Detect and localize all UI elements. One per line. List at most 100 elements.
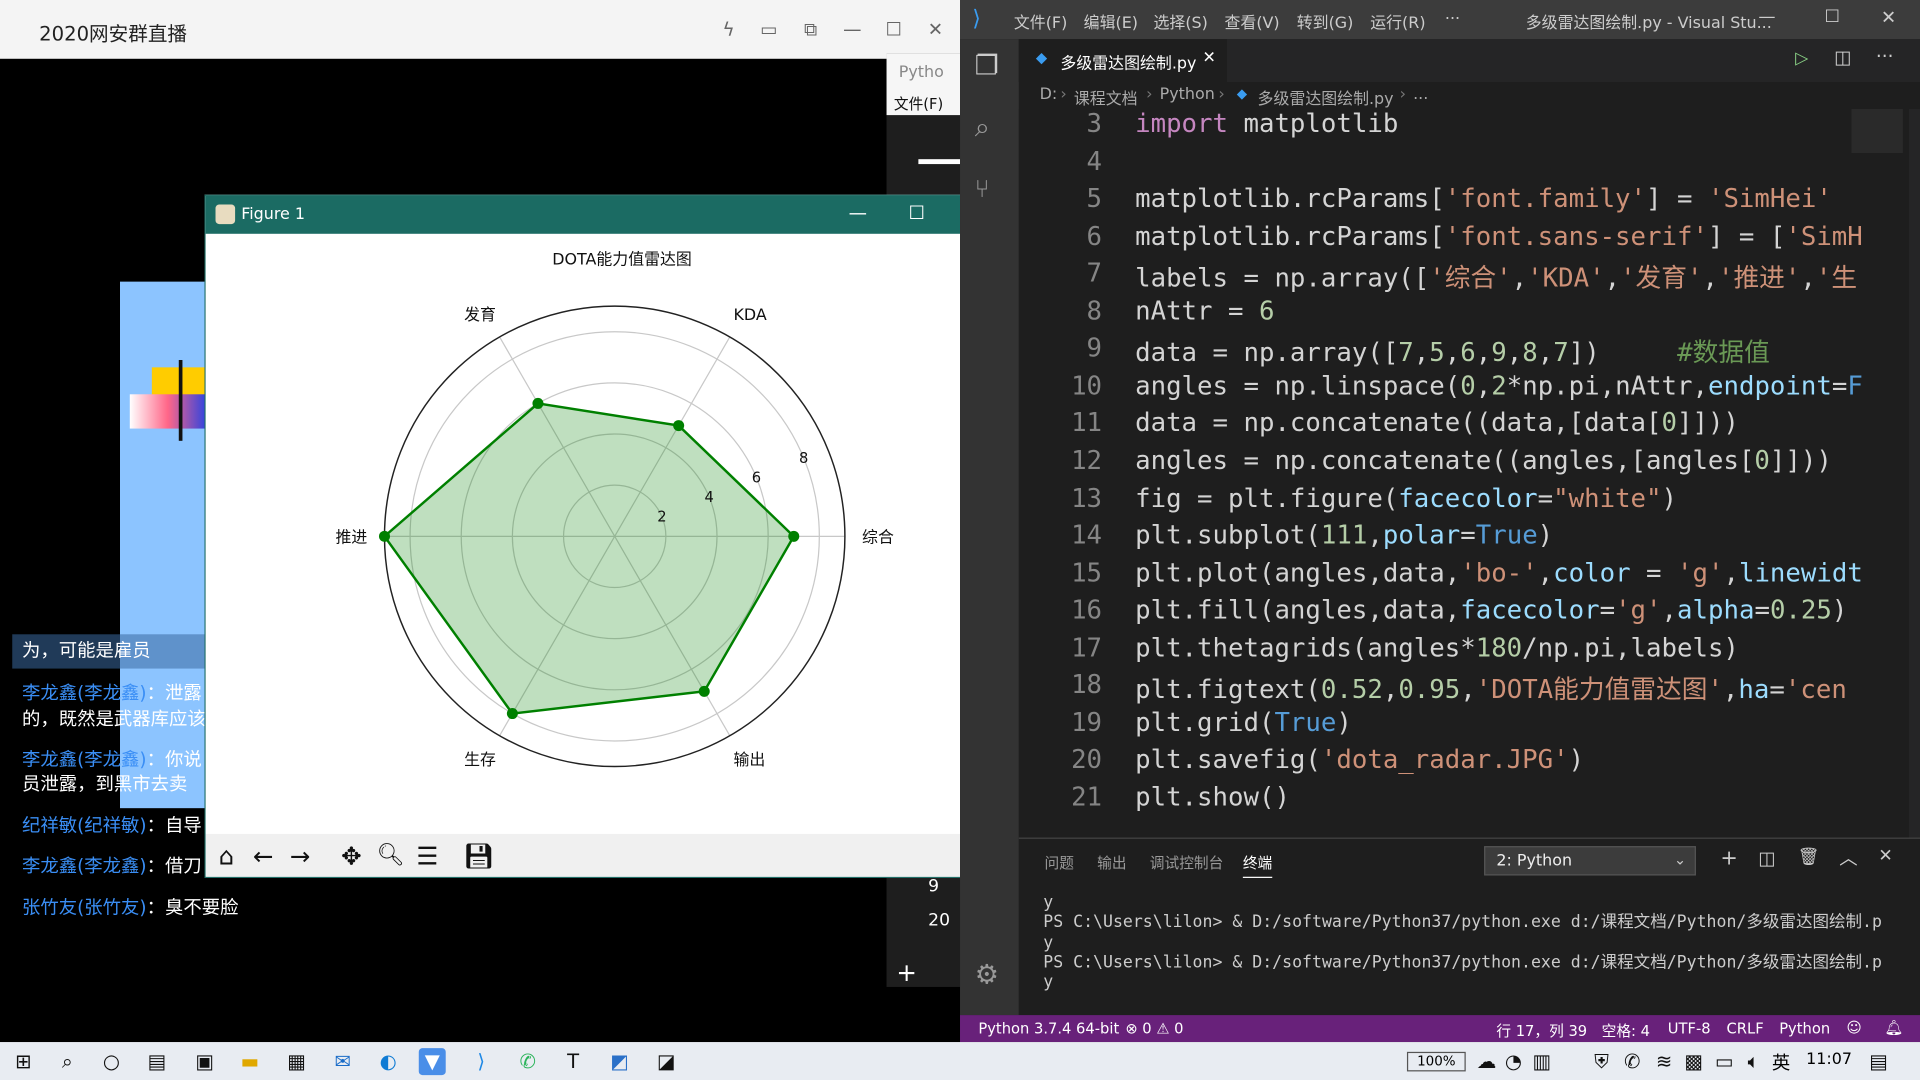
file-explorer-icon[interactable]: ▬ — [236, 1048, 263, 1075]
chat-user[interactable]: 李龙鑫(李龙鑫) — [22, 748, 147, 770]
code-line[interactable]: plt.thetagrids(angles*180/np.pi,labels) — [1135, 633, 1739, 662]
menu-view[interactable]: 查看(V) — [1225, 10, 1280, 33]
editor-tab-active[interactable]: ◆ 多级雷达图绘制.py ✕ — [1018, 39, 1227, 83]
settings-gear-icon[interactable]: ⚙ — [975, 960, 999, 991]
add-icon[interactable]: + — [896, 958, 917, 987]
scrollbar[interactable] — [1908, 108, 1920, 838]
close-icon[interactable]: ✕ — [1881, 6, 1896, 28]
app-icon[interactable]: ▣ — [191, 1048, 218, 1075]
minimize-icon[interactable]: — — [849, 202, 867, 224]
volume-icon[interactable]: 🔈︎ — [1740, 1048, 1767, 1075]
forward-icon[interactable]: → — [283, 839, 317, 873]
app-window-icon[interactable]: ◩ — [606, 1048, 633, 1075]
status-language[interactable]: Python — [1779, 1020, 1830, 1037]
chat-user[interactable]: 李龙鑫(李龙鑫) — [22, 682, 147, 704]
wechat-tray-icon[interactable]: ✆ — [1619, 1048, 1646, 1075]
status-encoding[interactable]: UTF-8 — [1668, 1020, 1711, 1037]
cortana-icon[interactable]: ○ — [98, 1048, 125, 1075]
code-line[interactable]: labels = np.array(['综合','KDA','发育','推进',… — [1135, 259, 1857, 296]
python-list-item[interactable]: 9 — [928, 877, 939, 897]
python-menu-file[interactable]: 文件(F) — [894, 93, 943, 114]
restore-pip-icon[interactable]: ⧉ — [798, 17, 822, 41]
panel-tab-terminal[interactable]: 终端 — [1242, 852, 1273, 878]
code-line[interactable]: angles = np.linspace(0,2*np.pi,nAttr,end… — [1135, 371, 1863, 400]
maximize-icon[interactable]: ☐ — [1825, 7, 1840, 27]
tab-close-icon[interactable]: ✕ — [1202, 49, 1215, 67]
back-icon[interactable]: ← — [246, 839, 280, 873]
status-eol[interactable]: CRLF — [1727, 1020, 1764, 1037]
wechat-icon[interactable]: ✆ — [514, 1048, 541, 1075]
clock[interactable]: 11:07 — [1806, 1051, 1852, 1069]
status-interpreter[interactable]: Python 3.7.4 64-bit — [978, 1020, 1119, 1037]
action-center-icon[interactable]: ▤ — [1865, 1048, 1892, 1075]
trash-icon[interactable]: 🗑︎ — [1798, 847, 1820, 867]
chat-user[interactable]: 李龙鑫(李龙鑫) — [22, 855, 147, 877]
menu-file[interactable]: 文件(F) — [1014, 10, 1067, 33]
breadcrumb-item[interactable]: ... — [1413, 86, 1428, 104]
python-tab-label[interactable]: Pytho — [899, 64, 944, 82]
code-line[interactable]: plt.fill(angles,data,facecolor='g',alpha… — [1135, 595, 1847, 624]
code-line[interactable]: plt.subplot(111,polar=True) — [1135, 520, 1553, 549]
nvidia-icon[interactable]: ▩ — [1680, 1048, 1707, 1075]
menu-selection[interactable]: 选择(S) — [1153, 10, 1207, 33]
breadcrumb-item[interactable]: D: — [1040, 86, 1058, 104]
edge-icon[interactable]: ◐ — [375, 1048, 402, 1075]
typora-icon[interactable]: T — [560, 1048, 587, 1075]
figure-canvas[interactable]: DOTA能力值雷达图 2 4 6 8 综合 KDA 发育 推进 生存 输出 — [205, 233, 1006, 834]
code-line[interactable]: plt.show() — [1135, 782, 1290, 811]
close-panel-icon[interactable]: ✕ — [1878, 846, 1892, 866]
search-icon[interactable]: ⌕ — [975, 113, 990, 144]
minimap[interactable] — [1851, 108, 1903, 154]
minimize-icon[interactable]: — — [840, 17, 864, 41]
chat-user[interactable]: 张竹友(张竹友) — [22, 896, 147, 918]
breadcrumb-item[interactable]: 多级雷达图绘制.py — [1258, 86, 1394, 109]
code-line[interactable]: plt.plot(angles,data,'bo-',color = 'g',l… — [1135, 558, 1863, 587]
share-screen-icon[interactable]: ▭ — [757, 17, 781, 41]
split-terminal-icon[interactable]: ◫ — [1758, 847, 1775, 869]
new-terminal-icon[interactable]: + — [1720, 846, 1737, 870]
code-line[interactable]: plt.figtext(0.52,0.95,'DOTA能力值雷达图',ha='c… — [1135, 670, 1847, 707]
panel-tab-problems[interactable]: 问题 — [1044, 852, 1073, 873]
python-figure-icon[interactable]: ◪ — [653, 1048, 680, 1075]
menu-edit[interactable]: 编辑(E) — [1084, 10, 1138, 33]
ime-indicator[interactable]: 英 — [1772, 1049, 1790, 1075]
code-line[interactable]: angles = np.concatenate((angles,[angles[… — [1135, 446, 1832, 475]
store-icon[interactable]: ▦ — [283, 1048, 310, 1075]
maximize-icon[interactable]: ☐ — [909, 202, 925, 224]
zoom-icon[interactable]: 🔍︎ — [373, 839, 407, 873]
maximize-icon[interactable]: ☐ — [882, 17, 906, 41]
minimize-icon[interactable]: — — [1758, 7, 1775, 27]
vscode-icon[interactable]: ⟩ — [468, 1048, 495, 1075]
menu-more[interactable]: ··· — [1445, 10, 1460, 28]
chat-user[interactable]: 纪祥敏(纪祥敏) — [22, 814, 147, 836]
source-control-icon[interactable]: ⑂ — [975, 174, 990, 203]
breadcrumb-item[interactable]: Python — [1160, 86, 1215, 104]
notification-bell-icon[interactable]: 🔔︎ — [1885, 1019, 1904, 1036]
tray-icon[interactable]: ◔ — [1500, 1048, 1527, 1075]
code-line[interactable]: data = np.concatenate((data,[data[0]])) — [1135, 408, 1739, 437]
code-line[interactable]: plt.grid(True) — [1135, 708, 1352, 737]
save-icon[interactable]: 💾︎ — [462, 839, 496, 873]
code-line[interactable]: matplotlib.rcParams['font.sans-serif'] =… — [1135, 221, 1863, 250]
flash-icon[interactable]: ϟ — [716, 17, 740, 41]
search-icon[interactable]: ⌕ — [54, 1048, 81, 1075]
task-view-icon[interactable]: ▤ — [143, 1048, 170, 1075]
more-actions-icon[interactable]: ··· — [1876, 45, 1894, 67]
maximize-panel-icon[interactable]: ︿ — [1839, 845, 1857, 871]
python-list-item[interactable]: 20 — [928, 911, 950, 931]
menu-run[interactable]: 运行(R) — [1370, 10, 1425, 33]
code-line[interactable]: nAttr = 6 — [1135, 296, 1274, 325]
wifi-icon[interactable]: ≋ — [1651, 1048, 1678, 1075]
code-line[interactable]: data = np.array([7,5,6,9,8,7]) #数据值 — [1135, 333, 1770, 370]
panel-tab-output[interactable]: 输出 — [1097, 852, 1126, 873]
battery-icon[interactable]: ▭ — [1711, 1048, 1738, 1075]
run-icon[interactable]: ▷ — [1795, 49, 1808, 69]
configure-icon[interactable]: ☰ — [410, 839, 444, 873]
panel-tab-debug-console[interactable]: 调试控制台 — [1150, 852, 1223, 873]
tray-icon[interactable]: ☁ — [1473, 1048, 1500, 1075]
split-editor-icon[interactable]: ◫ — [1834, 47, 1851, 69]
code-line[interactable]: fig = plt.figure(facecolor="white") — [1135, 483, 1677, 512]
security-icon[interactable]: ⛨ — [1588, 1048, 1615, 1075]
code-line[interactable]: plt.savefig('dota_radar.JPG') — [1135, 745, 1584, 774]
status-problems[interactable]: ⊗ 0 ⚠ 0 — [1125, 1020, 1183, 1037]
